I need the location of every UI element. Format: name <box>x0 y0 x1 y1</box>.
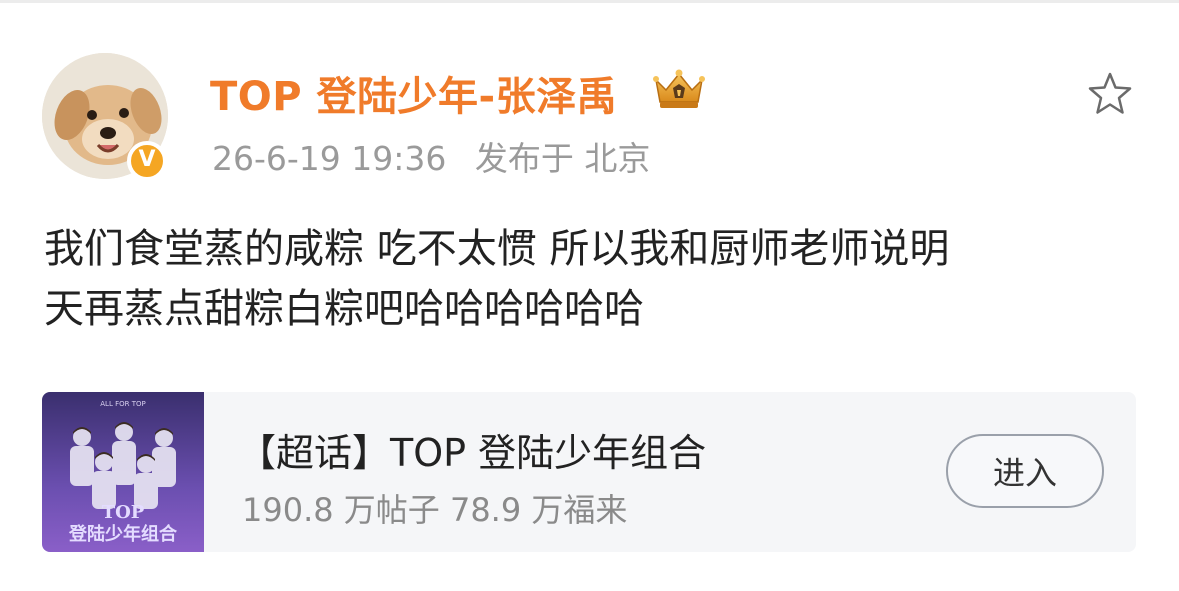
star-icon[interactable] <box>1086 70 1134 118</box>
post-meta: 26-6-19 19:36 发布于 北京 <box>212 132 650 180</box>
supertopic-card[interactable]: ALL FOR TOP TOP 登陆少年组合 【超话】TOP 登陆少年组合 19… <box>42 392 1136 552</box>
verified-badge: V <box>127 141 167 181</box>
crown-icon[interactable] <box>650 66 708 112</box>
supertopic-stats: 190.8 万帖子 78.9 万福来 <box>242 491 628 529</box>
svg-text:登陆少年组合: 登陆少年组合 <box>68 523 178 545</box>
post-time: 26-6-19 19:36 <box>212 139 447 178</box>
top-divider <box>0 0 1179 3</box>
supertopic-title[interactable]: 【超话】TOP 登陆少年组合 <box>238 422 706 477</box>
username[interactable]: TOP 登陆少年-张泽禹 <box>210 64 617 122</box>
post-text-line: 我们食堂蒸的咸粽 吃不太惯 所以我和厨师老师说明 <box>44 226 950 272</box>
verified-v-icon: V <box>138 147 156 172</box>
post-text-line: 天再蒸点甜粽白粽吧哈哈哈哈哈哈 <box>44 286 644 332</box>
supertopic-thumbnail: ALL FOR TOP TOP 登陆少年组合 <box>42 392 204 552</box>
svg-text:TOP: TOP <box>102 502 145 523</box>
svg-text:ALL FOR TOP: ALL FOR TOP <box>100 400 145 408</box>
post-text: 我们食堂蒸的咸粽 吃不太惯 所以我和厨师老师说明 天再蒸点甜粽白粽吧哈哈哈哈哈哈 <box>44 219 1144 339</box>
enter-button[interactable]: 进入 <box>946 434 1104 508</box>
post-location: 发布于 北京 <box>474 139 651 178</box>
